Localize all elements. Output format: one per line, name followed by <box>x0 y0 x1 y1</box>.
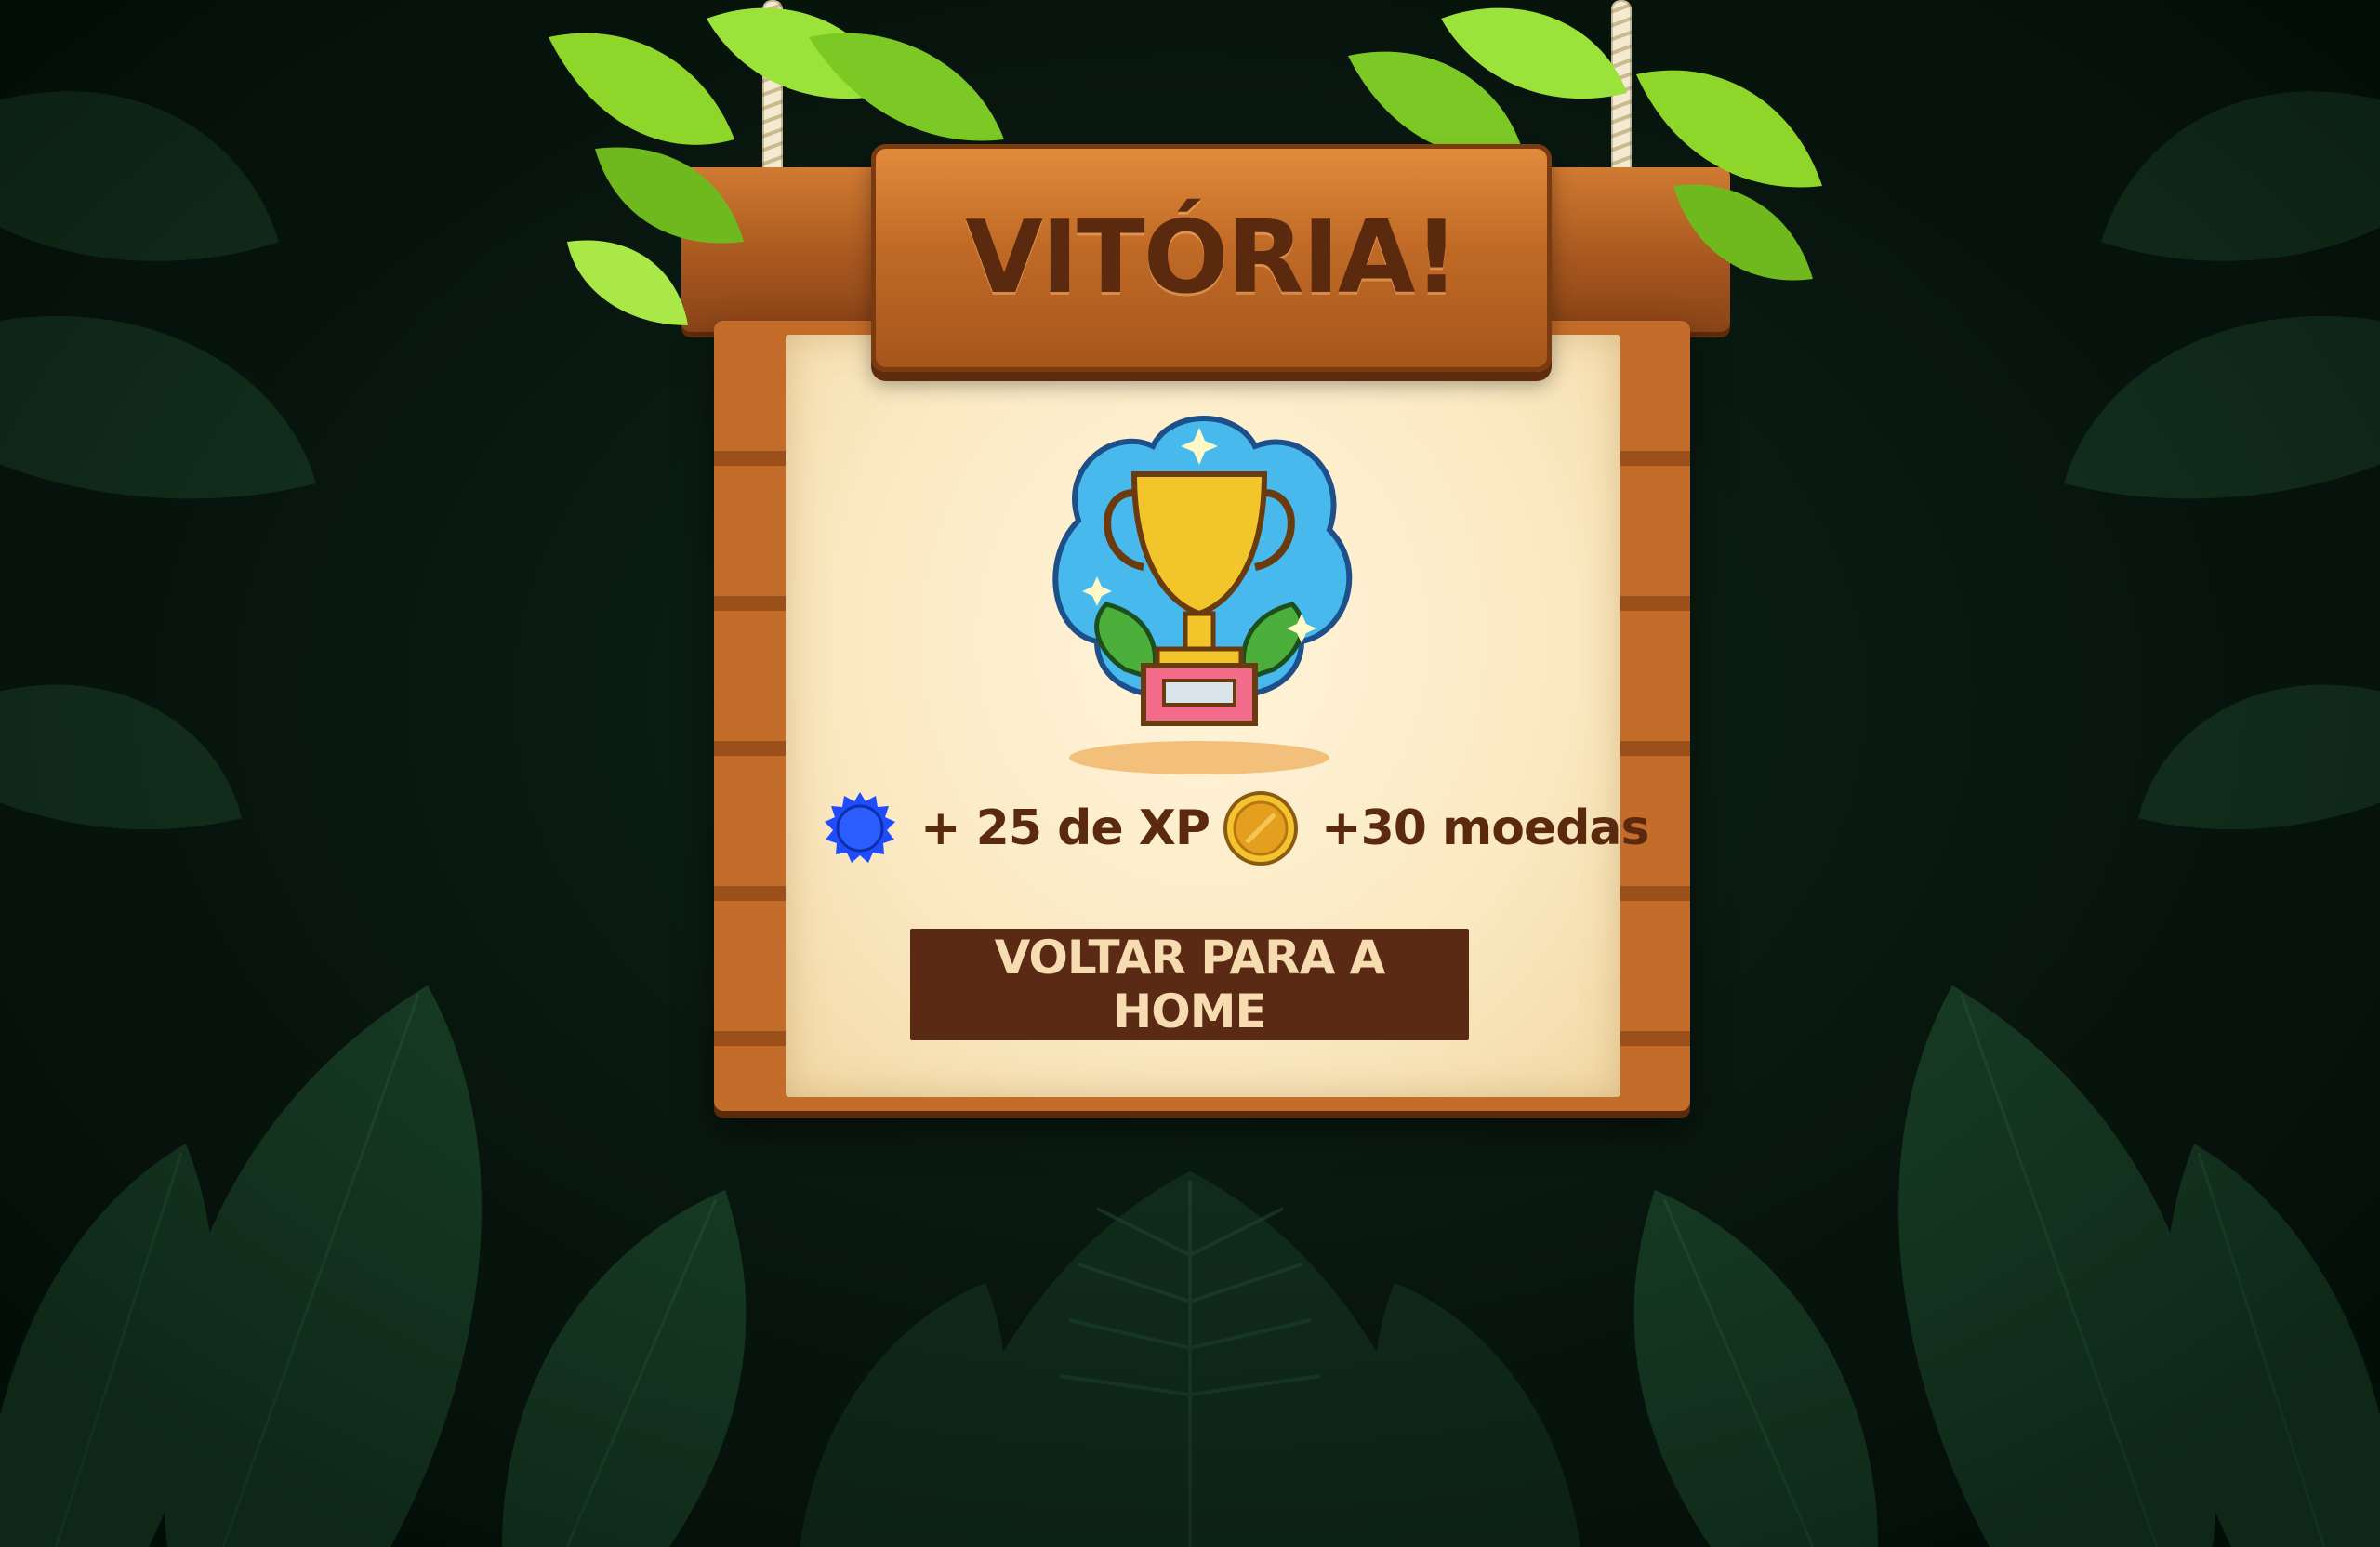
xp-reward-text: + 25 de XP <box>920 800 1210 856</box>
xp-reward: + 25 de XP <box>822 788 1210 868</box>
trophy-icon <box>1052 416 1353 774</box>
xp-badge-icon <box>825 792 895 863</box>
coin-reward: +30 moedas <box>1223 788 1649 868</box>
victory-sign: VITÓRIA! + 25 de XP +30 moedas VOLTAR PA… <box>0 0 2380 1547</box>
coin-reward-text: +30 moedas <box>1321 800 1649 856</box>
title-plank: VITÓRIA! <box>871 144 1552 372</box>
coin-icon <box>1223 791 1298 866</box>
back-to-home-button[interactable]: VOLTAR PARA A HOME <box>910 929 1469 1040</box>
victory-title: VITÓRIA! <box>965 200 1459 316</box>
